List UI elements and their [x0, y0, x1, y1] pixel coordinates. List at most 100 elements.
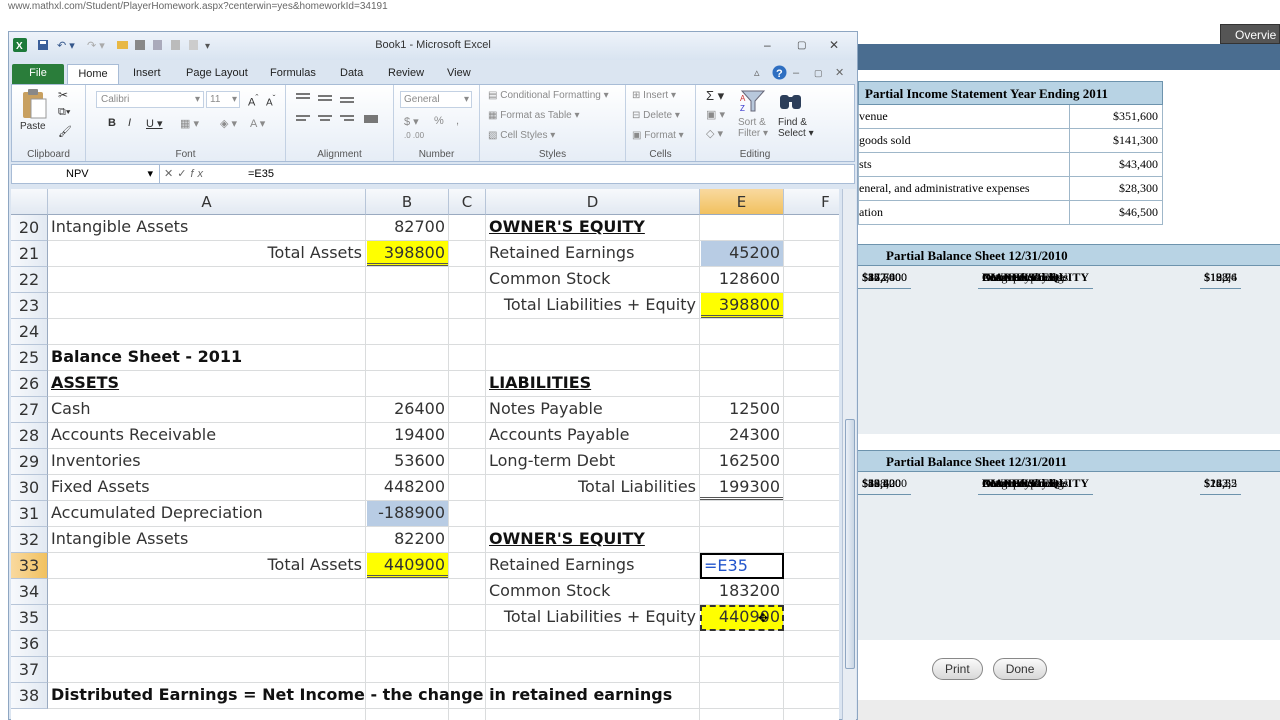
row-header-29[interactable]: 29: [11, 449, 48, 475]
bold-icon[interactable]: B: [108, 117, 116, 129]
help-icon[interactable]: ?: [772, 65, 787, 80]
tab-page-layout[interactable]: Page Layout: [186, 64, 248, 84]
conditional-formatting-button[interactable]: ▤ Conditional Formatting ▾: [488, 90, 609, 101]
cell-b29[interactable]: 53600: [366, 449, 448, 474]
cell-d28[interactable]: Accounts Payable: [486, 423, 699, 448]
cell-a26[interactable]: ASSETS: [48, 371, 365, 396]
cell-b32[interactable]: 82200: [366, 527, 448, 552]
clear-icon[interactable]: ◇ ▾: [706, 127, 723, 140]
row-header-30[interactable]: 30: [11, 475, 48, 501]
row-header-21[interactable]: 21: [11, 241, 48, 267]
cell-d33[interactable]: Retained Earnings: [486, 553, 699, 578]
row-header-23[interactable]: 23: [11, 293, 48, 319]
cell-d21[interactable]: Retained Earnings: [486, 241, 699, 266]
format-painter-icon[interactable]: 🖌: [58, 125, 72, 138]
italic-icon[interactable]: I: [128, 117, 131, 129]
row-header-26[interactable]: 26: [11, 371, 48, 397]
scroll-thumb[interactable]: [845, 419, 855, 669]
cell-d22[interactable]: Common Stock: [486, 267, 699, 292]
column-header-f[interactable]: F: [784, 189, 839, 215]
row-header-35[interactable]: 35: [11, 605, 48, 631]
row-header-24[interactable]: 24: [11, 319, 48, 345]
cell-b33[interactable]: 440900: [367, 553, 448, 578]
row-header-37[interactable]: 37: [11, 657, 48, 683]
font-size-select[interactable]: 11 ▾: [206, 91, 240, 108]
ribbon-minimize-icon[interactable]: ▵: [754, 64, 760, 84]
tab-file[interactable]: File: [12, 64, 64, 84]
overview-button[interactable]: Overvie: [1220, 24, 1280, 44]
tab-formulas[interactable]: Formulas: [270, 64, 316, 84]
cell-a20[interactable]: Intangible Assets: [48, 215, 365, 240]
doc-restore-icon[interactable]: ▢: [814, 64, 823, 84]
cell-d23[interactable]: Total Liabilities + Equity: [486, 293, 699, 318]
cell-edit-input[interactable]: =E35: [700, 553, 784, 579]
cell-a38[interactable]: Distributed Earnings = Net Income - the …: [48, 683, 828, 708]
column-header-c[interactable]: C: [449, 189, 486, 215]
insert-function-icon[interactable]: fx: [190, 168, 207, 180]
cell-a25[interactable]: Balance Sheet - 2011: [48, 345, 365, 370]
cell-a30[interactable]: Fixed Assets: [48, 475, 365, 500]
cut-icon[interactable]: ✂: [58, 88, 68, 102]
cell-e23[interactable]: 398800: [701, 293, 783, 318]
font-color-icon[interactable]: A ▾: [250, 117, 265, 130]
borders-icon[interactable]: ▦ ▾: [180, 117, 199, 130]
cell-d30[interactable]: Total Liabilities: [486, 475, 699, 500]
fill-color-icon[interactable]: ◈ ▾: [220, 117, 237, 130]
done-button[interactable]: Done: [992, 658, 1048, 680]
column-header-d[interactable]: D: [486, 189, 700, 215]
tab-review[interactable]: Review: [388, 64, 424, 84]
name-box[interactable]: NPV ▾: [12, 165, 160, 183]
row-header-38[interactable]: 38: [11, 683, 48, 709]
row-header-25[interactable]: 25: [11, 345, 48, 371]
tab-home[interactable]: Home: [67, 64, 119, 84]
cell-e34[interactable]: 183200: [700, 579, 783, 604]
paste-icon[interactable]: [20, 89, 48, 121]
doc-minimize-icon[interactable]: –: [793, 64, 799, 84]
cell-b31[interactable]: -188900: [367, 501, 448, 526]
underline-icon[interactable]: U ▾: [146, 117, 163, 130]
row-header-34[interactable]: 34: [11, 579, 48, 605]
cell-e21[interactable]: 45200: [701, 241, 783, 266]
cell-e22[interactable]: 128600: [700, 267, 783, 292]
tab-insert[interactable]: Insert: [133, 64, 161, 84]
maximize-icon[interactable]: ▢: [797, 40, 806, 51]
cell-b27[interactable]: 26400: [366, 397, 448, 422]
tab-view[interactable]: View: [447, 64, 471, 84]
row-header-33[interactable]: 33: [11, 553, 48, 579]
cell-a21[interactable]: Total Assets: [48, 241, 365, 266]
cell-d27[interactable]: Notes Payable: [486, 397, 699, 422]
row-header-31[interactable]: 31: [11, 501, 48, 527]
row-header-28[interactable]: 28: [11, 423, 48, 449]
cell-a31[interactable]: Accumulated Depreciation: [48, 501, 365, 526]
cell-a33[interactable]: Total Assets: [48, 553, 365, 578]
formula-input[interactable]: =E35: [248, 165, 274, 183]
minimize-icon[interactable]: –: [764, 38, 771, 52]
row-header-36[interactable]: 36: [11, 631, 48, 657]
cell-d32[interactable]: OWNER'S EQUITY: [486, 527, 699, 552]
enter-icon[interactable]: ✓: [177, 168, 190, 180]
column-header-e[interactable]: E: [700, 189, 784, 215]
copy-icon[interactable]: ⧉▾: [58, 106, 70, 119]
worksheet[interactable]: A B C D E F 20 21 22 23 24 25 26 27 28 29 30 31 32 33 34 35 36…: [11, 189, 839, 720]
insert-cells-button[interactable]: ⊞ Insert ▾: [632, 90, 676, 101]
address-bar[interactable]: www.mathxl.com/Student/PlayerHomework.as…: [0, 0, 1280, 13]
cell-a29[interactable]: Inventories: [48, 449, 365, 474]
find-select-icon[interactable]: [778, 89, 804, 113]
cell-d26[interactable]: LIABILITIES: [486, 371, 699, 396]
cell-d20[interactable]: OWNER'S EQUITY: [486, 215, 699, 240]
tab-data[interactable]: Data: [340, 64, 363, 84]
autosum-icon[interactable]: Σ ▾: [706, 88, 724, 104]
paste-button[interactable]: Paste: [20, 121, 46, 132]
cell-d34[interactable]: Common Stock: [486, 579, 699, 604]
cell-b28[interactable]: 19400: [366, 423, 448, 448]
alignment-icons[interactable]: [294, 91, 390, 135]
cancel-icon[interactable]: ✕: [164, 168, 177, 180]
row-header-32[interactable]: 32: [11, 527, 48, 553]
row-header-22[interactable]: 22: [11, 267, 48, 293]
column-header-a[interactable]: A: [48, 189, 366, 215]
font-name-select[interactable]: Calibri ▾: [96, 91, 204, 108]
cell-e29[interactable]: 162500: [700, 449, 783, 474]
cell-e28[interactable]: 24300: [700, 423, 783, 448]
percent-icon[interactable]: %: [434, 115, 444, 127]
format-cells-button[interactable]: ▣ Format ▾: [632, 130, 684, 141]
